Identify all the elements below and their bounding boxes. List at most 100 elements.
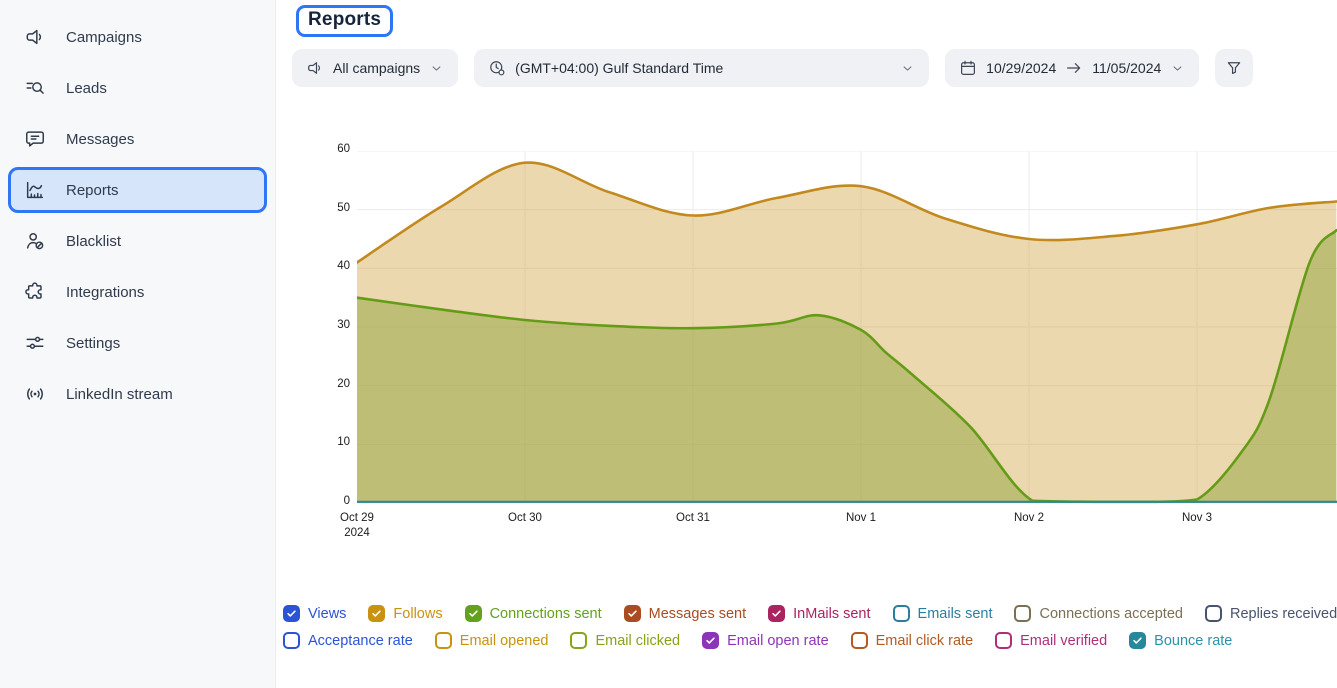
- sidebar-item-blacklist[interactable]: Blacklist: [8, 218, 267, 264]
- sidebar-item-reports[interactable]: Reports: [8, 167, 267, 213]
- x-axis-tick: Oct 31: [648, 511, 738, 526]
- chart-plot-area[interactable]: [357, 151, 1337, 505]
- megaphone-icon: [24, 26, 46, 48]
- x-axis-tick-label: Nov 1: [816, 511, 906, 526]
- chevron-down-icon: [1170, 61, 1185, 76]
- legend-item-email-click-rate[interactable]: Email click rate: [851, 632, 974, 649]
- campaign-filter-dropdown[interactable]: All campaigns: [292, 49, 458, 87]
- legend-item-label: Email open rate: [727, 633, 829, 649]
- checkbox-unchecked-icon[interactable]: [851, 632, 868, 649]
- legend-item-label: Acceptance rate: [308, 633, 413, 649]
- sidebar-item-label: Blacklist: [66, 233, 121, 250]
- sidebar-item-label: Messages: [66, 131, 134, 148]
- page-title-highlight-box: Reports: [296, 5, 393, 37]
- checkbox-unchecked-icon[interactable]: [435, 632, 452, 649]
- reports-icon: [24, 179, 46, 201]
- checkbox-checked-icon[interactable]: [1129, 632, 1146, 649]
- app-root: Campaigns Leads Messages Reports Blacklist In…: [0, 0, 1337, 688]
- campaign-filter-label: All campaigns: [333, 60, 420, 76]
- filter-bar: All campaigns (GMT+04:00) Gulf Standard …: [292, 49, 1337, 87]
- legend-item-messages-sent[interactable]: Messages sent: [624, 605, 747, 622]
- chevron-down-icon: [429, 61, 444, 76]
- timezone-label: (GMT+04:00) Gulf Standard Time: [515, 60, 723, 76]
- linkedin-stream-icon: [24, 383, 46, 405]
- sidebar-item-linkedin-stream[interactable]: LinkedIn stream: [8, 371, 267, 417]
- x-axis-tick-label: Oct 29: [312, 511, 402, 526]
- legend-item-label: Connections sent: [490, 606, 602, 622]
- legend-item-email-open-rate[interactable]: Email open rate: [702, 632, 829, 649]
- chart-legend: Views Follows Connections sent Messages sen…: [283, 605, 1337, 649]
- legend-item-label: Email click rate: [876, 633, 974, 649]
- checkbox-unchecked-icon[interactable]: [570, 632, 587, 649]
- legend-item-label: Connections accepted: [1039, 606, 1183, 622]
- y-axis-tick: 40: [314, 260, 350, 272]
- chevron-down-icon: [900, 61, 915, 76]
- y-axis-tick: 30: [314, 319, 350, 331]
- legend-item-label: Bounce rate: [1154, 633, 1232, 649]
- x-axis-tick: Oct 30: [480, 511, 570, 526]
- legend-item-email-clicked[interactable]: Email clicked: [570, 632, 680, 649]
- checkbox-checked-icon[interactable]: [465, 605, 482, 622]
- sidebar-item-leads[interactable]: Leads: [8, 65, 267, 111]
- sidebar-item-label: Integrations: [66, 284, 144, 301]
- sidebar-item-settings[interactable]: Settings: [8, 320, 267, 366]
- legend-item-inmails-sent[interactable]: InMails sent: [768, 605, 870, 622]
- sidebar-item-label: Reports: [66, 182, 119, 199]
- legend-item-connections-sent[interactable]: Connections sent: [465, 605, 602, 622]
- x-axis-tick: Nov 3: [1152, 511, 1242, 526]
- page-title: Reports: [308, 9, 381, 31]
- legend-item-label: Messages sent: [649, 606, 747, 622]
- checkbox-unchecked-icon[interactable]: [995, 632, 1012, 649]
- checkbox-unchecked-icon[interactable]: [1014, 605, 1031, 622]
- legend-item-connections-accepted[interactable]: Connections accepted: [1014, 605, 1183, 622]
- checkbox-unchecked-icon[interactable]: [893, 605, 910, 622]
- legend-item-acceptance-rate[interactable]: Acceptance rate: [283, 632, 413, 649]
- sidebar-item-messages[interactable]: Messages: [8, 116, 267, 162]
- legend-item-email-opened[interactable]: Email opened: [435, 632, 549, 649]
- x-axis-tick-label: Oct 30: [480, 511, 570, 526]
- messages-icon: [24, 128, 46, 150]
- date-range-start: 10/29/2024: [986, 60, 1056, 76]
- legend-item-label: InMails sent: [793, 606, 870, 622]
- legend-item-email-verified[interactable]: Email verified: [995, 632, 1107, 649]
- x-axis-tick-label: Oct 31: [648, 511, 738, 526]
- integrations-icon: [24, 281, 46, 303]
- legend-item-emails-sent[interactable]: Emails sent: [893, 605, 993, 622]
- legend-item-replies-received[interactable]: Replies received: [1205, 605, 1337, 622]
- sidebar-item-integrations[interactable]: Integrations: [8, 269, 267, 315]
- x-axis-tick: Nov 2: [984, 511, 1074, 526]
- reports-chart: 0102030405060Oct 292024Oct 30Oct 31Nov 1…: [276, 133, 1337, 553]
- checkbox-checked-icon[interactable]: [283, 605, 300, 622]
- legend-item-label: Follows: [393, 606, 442, 622]
- legend-item-bounce-rate[interactable]: Bounce rate: [1129, 632, 1232, 649]
- y-axis-tick: 50: [314, 202, 350, 214]
- legend-item-label: Replies received: [1230, 606, 1337, 622]
- date-range-picker[interactable]: 10/29/2024 11/05/2024: [945, 49, 1199, 87]
- legend-item-label: Views: [308, 606, 346, 622]
- legend-item-views[interactable]: Views: [283, 605, 346, 622]
- legend-row-2: Acceptance rate Email opened Email clicked…: [283, 632, 1337, 649]
- checkbox-unchecked-icon[interactable]: [283, 632, 300, 649]
- filter-button[interactable]: [1215, 49, 1253, 87]
- date-range-end: 11/05/2024: [1092, 60, 1161, 76]
- sidebar-item-label: Leads: [66, 80, 107, 97]
- checkbox-checked-icon[interactable]: [702, 632, 719, 649]
- legend-row-1: Views Follows Connections sent Messages sen…: [283, 605, 1337, 622]
- x-axis-tick: Nov 1: [816, 511, 906, 526]
- x-axis-tick-label: Nov 2: [984, 511, 1074, 526]
- checkbox-unchecked-icon[interactable]: [1205, 605, 1222, 622]
- y-axis-tick: 10: [314, 436, 350, 448]
- calendar-icon: [959, 59, 977, 77]
- sidebar: Campaigns Leads Messages Reports Blacklist In…: [0, 0, 276, 688]
- sidebar-item-label: Settings: [66, 335, 120, 352]
- leads-icon: [24, 77, 46, 99]
- legend-item-label: Email clicked: [595, 633, 680, 649]
- checkbox-checked-icon[interactable]: [768, 605, 785, 622]
- legend-item-follows[interactable]: Follows: [368, 605, 442, 622]
- checkbox-checked-icon[interactable]: [624, 605, 641, 622]
- sidebar-item-campaigns[interactable]: Campaigns: [8, 14, 267, 60]
- timezone-dropdown[interactable]: (GMT+04:00) Gulf Standard Time: [474, 49, 929, 87]
- y-axis-tick: 60: [314, 143, 350, 155]
- blacklist-icon: [24, 230, 46, 252]
- checkbox-checked-icon[interactable]: [368, 605, 385, 622]
